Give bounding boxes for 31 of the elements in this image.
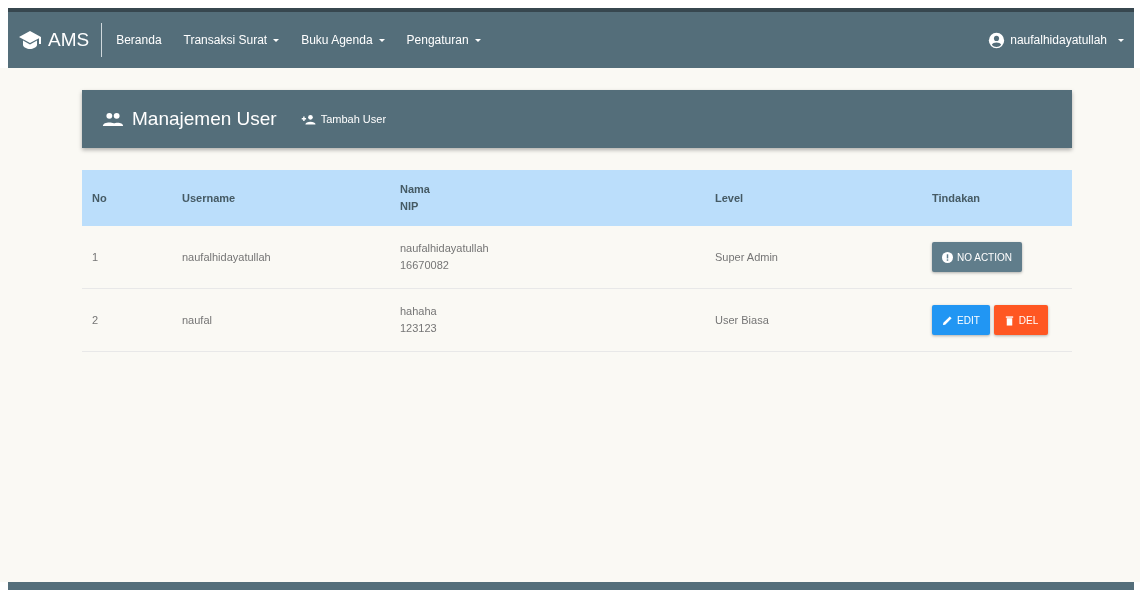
account-icon: [988, 31, 1006, 49]
table-cell: naufal: [182, 313, 212, 326]
nav-menu-item[interactable]: Buku Agenda: [301, 33, 385, 47]
trash-icon: [1003, 314, 1015, 326]
table-cell-text: hahaha 123123: [400, 304, 438, 336]
nav-menu-item[interactable]: Beranda: [116, 33, 162, 47]
pencil-icon: [942, 314, 953, 326]
column-header: No: [82, 170, 172, 226]
graduation-cap-icon: [18, 30, 42, 50]
column-header: Username: [172, 170, 390, 226]
column-header: Nama NIP: [390, 170, 705, 226]
add-user-icon: [300, 113, 317, 125]
brand-link[interactable]: AMS: [18, 29, 102, 51]
page-title: Manajemen User: [132, 108, 277, 130]
info-icon: [942, 251, 953, 263]
add-user-button[interactable]: Tambah User: [300, 113, 387, 125]
table-cell: 1: [92, 250, 99, 263]
user-menu[interactable]: naufalhidayatullah: [988, 31, 1124, 49]
no-action-button[interactable]: NO ACTION: [932, 242, 1022, 272]
column-header: Level: [705, 170, 922, 226]
table-cell: naufalhidayatullah: [182, 250, 271, 263]
table-cell: User Biasa: [715, 313, 769, 326]
users-icon: [102, 111, 124, 127]
table-cell: Super Admin: [715, 250, 778, 263]
edit-button[interactable]: EDIT: [932, 305, 990, 335]
column-header: Tindakan: [922, 170, 1072, 226]
delete-button[interactable]: DEL: [993, 305, 1049, 335]
table-cell-text: naufalhidayatullah 16670082: [400, 241, 490, 273]
nav-menu-item[interactable]: Pengaturan: [406, 33, 481, 47]
table-cell: 2: [92, 313, 99, 326]
nav-menu-item[interactable]: Transaksi Surat: [183, 33, 280, 47]
